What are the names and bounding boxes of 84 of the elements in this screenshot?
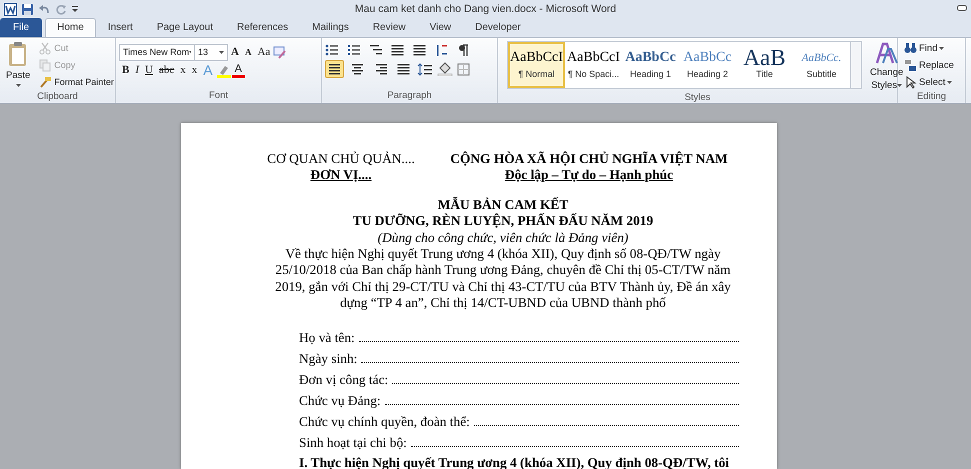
grow-font-button[interactable]: A [228, 45, 242, 60]
document-title: MẪU BẢN CAM KẾT [436, 196, 570, 213]
multilevel-list-icon[interactable] [369, 44, 383, 57]
binoculars-icon [904, 42, 917, 55]
numbering-icon[interactable] [347, 44, 361, 57]
gallery-scrollbar[interactable] [850, 42, 861, 88]
ribbon-tab[interactable]: Developer [463, 18, 533, 37]
change-case-button[interactable]: Aa [254, 45, 274, 60]
intro-paragraph: Về thực hiện Nghị quyết Trung ương 4 (khóa XII), Quy định số 08-QĐ/TW ngày 25/10/2018 của Ban chấp hành Trung ương Đảng, chuyên đề Chỉ thị 05-CT/TW năm 2019, gắn với Chỉ thị 29-CT/TU và Chỉ thị 43-CT/TU của BTV Thành ủy, Đề án xây dựng “TP 4 an”, Chỉ thị 14/CT-UBND của UBND thành phố [274, 246, 732, 312]
strikethrough-button[interactable]: abc [156, 63, 178, 78]
paint-bucket-icon[interactable] [437, 62, 453, 76]
field-label: Đơn vị công tác: [299, 372, 388, 388]
align-left-icon [328, 62, 341, 76]
pilcrow-icon[interactable] [457, 44, 471, 57]
document-title: TU DƯỠNG, RÈN LUYỆN, PHẤN ĐẤU NĂM 2019 [352, 213, 654, 230]
caret-icon[interactable] [897, 84, 902, 87]
style-option[interactable]: AaBbCcI ¶ No Spaci... [565, 42, 622, 88]
ribbon-tab[interactable]: Mailings [300, 18, 361, 37]
style-option[interactable]: AaBbCc Heading 1 [622, 42, 679, 88]
clipboard-button[interactable]: Format Painter [36, 74, 117, 91]
bullets-icon[interactable] [325, 44, 339, 57]
save-icon[interactable] [21, 2, 34, 16]
subscript-button[interactable]: x [177, 63, 189, 78]
caret-icon[interactable] [939, 47, 944, 50]
header-text: CỘNG HÒA XÃ HỘI CHỦ NGHĨA VIỆT NAM [450, 151, 728, 168]
align-center-icon [351, 62, 364, 76]
editing-button[interactable]: Find [901, 40, 962, 57]
field-label: Sinh hoạt tại chi bộ: [299, 434, 407, 452]
group-label: Font [208, 90, 229, 103]
font-name-field[interactable]: Times New Rom [119, 44, 195, 61]
ribbon-tab[interactable]: Review [360, 18, 418, 37]
scissors-icon [39, 42, 52, 55]
field-label: Ngày sinh: [299, 350, 358, 368]
document-subtitle: (Dùng cho công chức, viên chức là Đảng viên) [376, 230, 630, 246]
shrink-font-button[interactable]: A [242, 45, 254, 60]
align-right-icon [374, 62, 387, 76]
line-spacing-icon[interactable] [417, 62, 433, 76]
font-color-button[interactable]: A [232, 64, 245, 78]
field-label: Họ và tên: [299, 330, 355, 346]
superscript-button[interactable]: x [188, 63, 200, 78]
borders-icon[interactable] [457, 62, 470, 76]
header-text: ĐƠN VỊ.... [310, 167, 372, 184]
replace-icon [904, 59, 917, 72]
header-text: CƠ QUAN CHỦ QUẢN.... [267, 151, 415, 168]
word-logo-icon [4, 2, 17, 16]
style-option[interactable]: AaBbCc. Subtitle [793, 42, 850, 88]
field-label: Chức vụ Đảng: [299, 392, 381, 410]
ribbon-tab[interactable]: Insert [96, 18, 145, 37]
undo-icon[interactable] [38, 2, 51, 16]
group-label: Clipboard [36, 91, 79, 103]
font-size-field[interactable]: 13 [195, 44, 228, 61]
customize-dropdown-icon[interactable] [71, 4, 79, 14]
paintbrush-icon [39, 76, 52, 89]
alignment-button[interactable] [325, 60, 344, 78]
caret-icon[interactable] [189, 51, 191, 54]
window-title: Mau cam ket danh cho Dang vien.docx - Microsoft Word [354, 2, 618, 17]
ribbon-tab[interactable]: Home [45, 18, 96, 37]
ribbon-tab[interactable]: References [225, 18, 300, 37]
field-label: Chức vụ chính quyền, đoàn thể: [299, 414, 470, 430]
group-label: Editing [916, 91, 948, 103]
underline-button[interactable]: U [142, 63, 156, 78]
caret-icon[interactable] [16, 84, 21, 87]
clear-formatting-icon[interactable] [273, 46, 288, 59]
ribbon-tab[interactable]: View [418, 18, 464, 37]
editing-button[interactable]: Select [901, 74, 962, 91]
style-option[interactable]: AaBbCcI ¶ Normal [508, 42, 565, 88]
paste-button[interactable]: Paste [3, 40, 34, 91]
caret-icon[interactable] [947, 81, 952, 84]
italic-button[interactable]: I [132, 63, 142, 78]
style-option[interactable]: AaB Title [736, 42, 793, 88]
highlighter-icon[interactable] [216, 64, 232, 78]
minimize-icon[interactable] [957, 5, 967, 11]
caret-icon[interactable] [219, 51, 224, 54]
copy-icon [39, 59, 52, 72]
ribbon-tab[interactable]: Page Layout [144, 18, 225, 37]
styles-letters-icon [874, 41, 899, 65]
justify-icon [397, 62, 410, 76]
header-text: Độc lập – Tự do – Hạnh phúc [504, 167, 674, 184]
group-label: Paragraph [386, 90, 433, 103]
file-tab[interactable]: File [0, 18, 42, 37]
bold-button[interactable]: B [119, 63, 132, 78]
style-option[interactable]: AaBbCc Heading 2 [679, 42, 736, 88]
group-label: Styles [684, 92, 712, 104]
cursor-icon [904, 76, 917, 89]
